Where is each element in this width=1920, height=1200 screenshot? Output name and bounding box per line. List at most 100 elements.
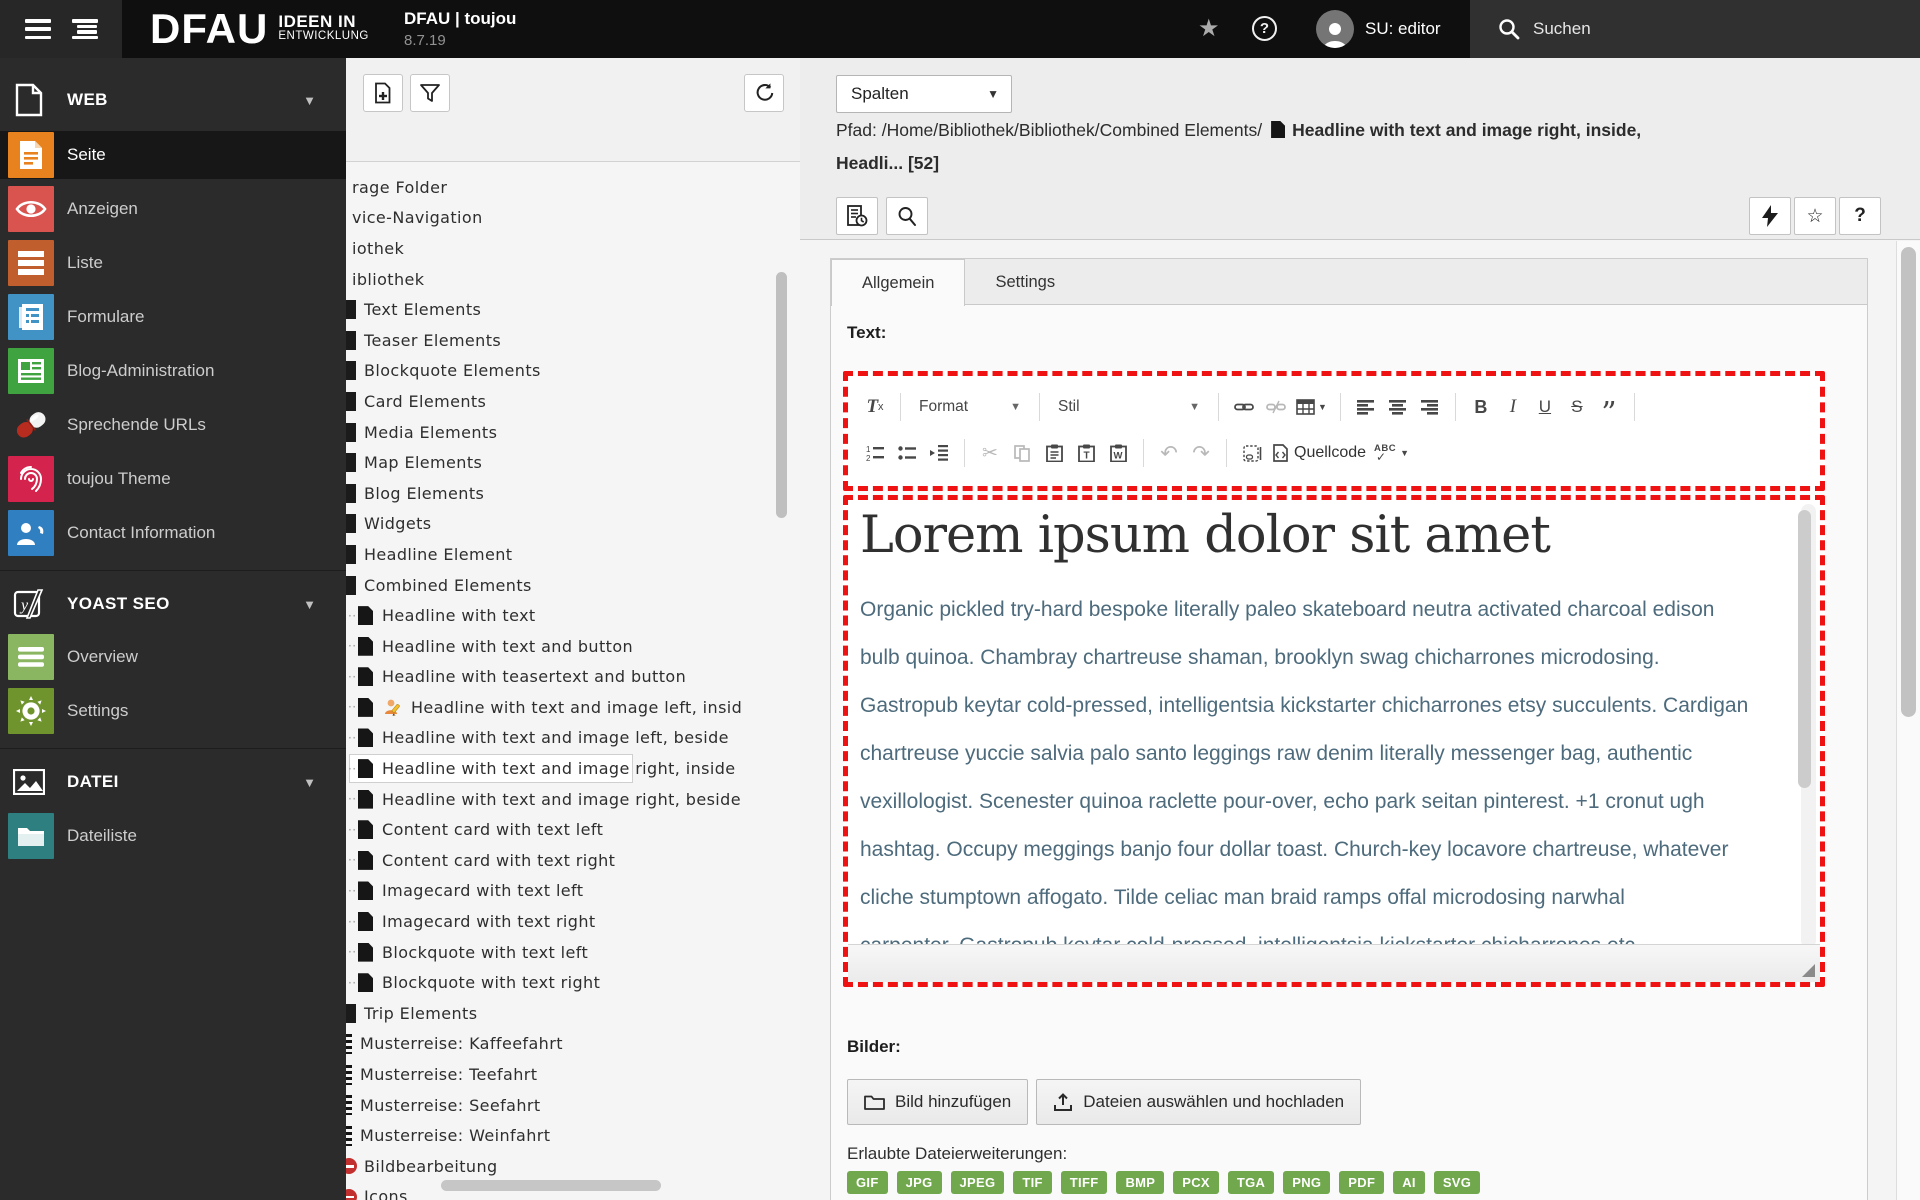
tree-row[interactable]: ▾ ·· vice-Navigation — [346, 203, 800, 234]
remove-format-icon[interactable]: Tx — [860, 391, 890, 423]
bold-icon[interactable]: B — [1466, 391, 1496, 423]
tree-row[interactable]: ▾ ·· rage Folder — [346, 172, 800, 203]
rte-heading[interactable]: Lorem ipsum dolor sit amet — [860, 506, 1551, 565]
tree-row[interactable]: ▾ ·· Musterreise: Seefahrt — [346, 1090, 800, 1121]
bulleted-list-icon[interactable] — [892, 437, 922, 469]
module-formulare[interactable]: Formulare — [0, 293, 346, 341]
help-icon[interactable]: ? — [1252, 16, 1277, 41]
module-scrollbar[interactable] — [1896, 241, 1920, 1200]
docheader-help-button[interactable]: ? — [1839, 197, 1881, 235]
show-blocks-icon[interactable] — [1237, 437, 1267, 469]
tree-row[interactable]: ▾ ·· Headline with text and image left, … — [346, 692, 800, 723]
underline-icon[interactable]: U — [1530, 391, 1560, 423]
paste-as-text-icon[interactable]: T — [1071, 437, 1101, 469]
search-record-button[interactable] — [886, 197, 928, 235]
tree-row[interactable]: ▾ ·· Blockquote Elements — [346, 356, 800, 387]
refresh-button[interactable] — [744, 74, 784, 112]
tree-horizontal-scrollbar[interactable] — [441, 1180, 661, 1191]
paste-from-word-icon[interactable]: W — [1103, 437, 1133, 469]
blockquote-icon[interactable]: ” — [1594, 391, 1624, 429]
dfau-logo[interactable]: DFAU IDEEN IN ENTWICKLUNG — [150, 8, 369, 50]
tree-row[interactable]: ▾ ·· Trip Elements — [346, 998, 800, 1029]
cut-icon[interactable]: ✂ — [975, 437, 1005, 469]
record-history-button[interactable] — [836, 197, 878, 235]
module-contact-information[interactable]: Contact Information — [0, 509, 346, 557]
tree-row[interactable]: ▾ ·· Map Elements — [346, 447, 800, 478]
source-code-icon[interactable]: Quellcode — [1269, 437, 1369, 469]
tree-row[interactable]: ▾ ·· Bildbearbeitung — [346, 1151, 800, 1182]
redo-icon[interactable]: ↷ — [1186, 437, 1216, 469]
rte-paragraph[interactable]: Organic pickled try-hard bespoke literal… — [860, 586, 1795, 970]
tree-row[interactable]: ▾ ·· Card Elements — [346, 386, 800, 417]
tree-row[interactable]: ▾ ·· Headline with text and image right,… — [346, 753, 800, 784]
tree-row[interactable]: ▾ ·· Imagecard with text right — [346, 906, 800, 937]
module-yoast-overview[interactable]: Overview — [0, 633, 346, 681]
align-left-icon[interactable] — [1351, 391, 1381, 423]
bookmark-star-icon[interactable]: ★ — [1198, 14, 1220, 43]
bookmark-button[interactable]: ☆ — [1794, 197, 1836, 235]
tree-row[interactable]: ▾ ·· Blog Elements — [346, 478, 800, 509]
unlink-icon[interactable] — [1261, 391, 1291, 423]
module-sprechende-urls[interactable]: Sprechende URLs — [0, 401, 346, 449]
section-datei[interactable]: DATEI ▼ — [0, 758, 346, 806]
undo-icon[interactable]: ↶ — [1154, 437, 1184, 469]
tree-row[interactable]: ▾ ·· Combined Elements — [346, 570, 800, 601]
filter-button[interactable] — [410, 74, 450, 112]
tab-allgemein[interactable]: Allgemein — [831, 259, 966, 306]
tab-settings[interactable]: Settings — [965, 259, 1085, 305]
pagetree-toggle-icon[interactable] — [71, 19, 98, 39]
new-page-button[interactable] — [363, 74, 403, 112]
strikethrough-icon[interactable]: S — [1562, 391, 1592, 423]
italic-icon[interactable]: I — [1498, 391, 1528, 423]
align-right-icon[interactable] — [1415, 391, 1445, 423]
tree-row[interactable]: ▾ ·· Headline with text and button — [346, 631, 800, 662]
tree-row[interactable]: ▾ ·· Blockquote with text right — [346, 967, 800, 998]
module-dateiliste[interactable]: Dateiliste — [0, 812, 346, 860]
module-seite[interactable]: Seite — [0, 131, 346, 179]
tree-row[interactable]: ▾ ·· Teaser Elements — [346, 325, 800, 356]
tree-row[interactable]: ▾ ·· Blockquote with text left — [346, 937, 800, 968]
tree-row[interactable]: ▾ ·· Media Elements — [346, 417, 800, 448]
stil-dropdown[interactable]: Stil ▼ — [1050, 391, 1208, 423]
tree-row[interactable]: ▾ ·· Imagecard with text left — [346, 876, 800, 907]
module-yoast-settings[interactable]: Settings — [0, 687, 346, 735]
rte-scrollbar-track[interactable] — [1798, 504, 1816, 948]
tree-row[interactable]: ▾ ·· Musterreise: Teefahrt — [346, 1059, 800, 1090]
rte-resize-handle[interactable] — [1802, 964, 1815, 977]
copy-icon[interactable] — [1007, 437, 1037, 469]
numbered-list-icon[interactable]: 12 — [860, 437, 890, 469]
module-toujou-theme[interactable]: toujou Theme — [0, 455, 346, 503]
menu-toggle-icon[interactable] — [24, 19, 51, 39]
upload-files-button[interactable]: Dateien auswählen und hochladen — [1036, 1079, 1362, 1125]
format-dropdown[interactable]: Format ▼ — [911, 391, 1029, 423]
rte-scrollbar-thumb[interactable] — [1798, 510, 1811, 788]
align-center-icon[interactable] — [1383, 391, 1413, 423]
toolbar-search[interactable]: Suchen — [1470, 0, 1920, 58]
tree-vertical-scrollbar[interactable] — [776, 272, 787, 518]
tree-row[interactable]: ▾ ·· Headline with text and image right,… — [306, 784, 800, 815]
indent-icon[interactable] — [924, 437, 954, 469]
tree-row[interactable]: ▾ ·· Musterreise: Weinfahrt — [346, 1120, 800, 1151]
module-blog-administration[interactable]: Blog-Administration — [0, 347, 346, 395]
tree-row[interactable]: ▾ ·· Headline Element — [346, 539, 800, 570]
tree-row[interactable]: ▾ ·· Widgets — [346, 509, 800, 540]
link-icon[interactable] — [1229, 391, 1259, 423]
tree-row[interactable]: ▾ ·· Musterreise: Kaffeefahrt — [346, 1029, 800, 1060]
module-liste[interactable]: Liste — [0, 239, 346, 287]
tree-row[interactable]: ▾ ·· Headline with text and image left, … — [346, 723, 800, 754]
add-image-button[interactable]: Bild hinzufügen — [847, 1079, 1029, 1125]
module-anzeigen[interactable]: Anzeigen — [0, 185, 346, 233]
section-yoast-seo[interactable]: y YOAST SEO ▼ — [0, 580, 346, 628]
module-scrollbar-thumb[interactable] — [1901, 247, 1916, 717]
tree-row[interactable]: ▾ ·· Content card with text right — [346, 845, 800, 876]
spellcheck-icon[interactable]: ABC ✓ ▼ — [1371, 437, 1412, 469]
view-mode-select[interactable]: Spalten ▼ — [836, 75, 1012, 113]
tree-row[interactable]: ▾ ·· Headline with text — [306, 600, 800, 631]
tree-row[interactable]: ▾ ·· Text Elements — [346, 294, 800, 325]
tree-row[interactable]: ▾ ·· iothek — [346, 233, 800, 264]
tree-row[interactable]: ▾ ·· Content card with text left — [346, 814, 800, 845]
section-web[interactable]: WEB ▼ — [0, 76, 346, 124]
tree-row[interactable]: ▾ ·· ibliothek — [346, 264, 800, 295]
paste-icon[interactable] — [1039, 437, 1069, 469]
tree-row[interactable]: ▾ ·· Headline with teasertext and button — [346, 662, 800, 693]
